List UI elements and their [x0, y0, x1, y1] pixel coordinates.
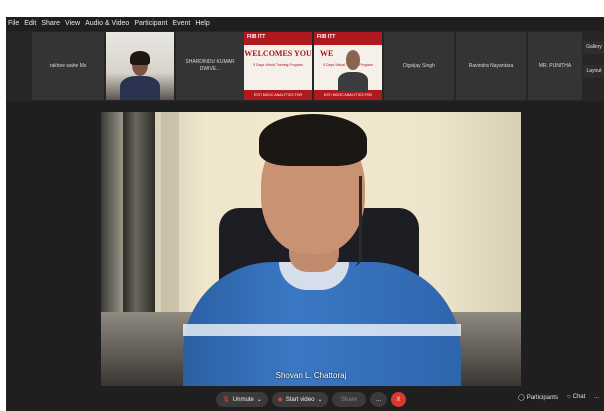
participant-body — [338, 72, 368, 92]
start-video-label: Start video — [285, 396, 315, 403]
gallery-label: Gallery — [586, 44, 602, 50]
menu-audio-video[interactable]: Audio & Video — [85, 20, 129, 27]
participant-name: SHARDINDU KUMAR DWIVE... — [185, 59, 235, 72]
more-label: ... — [375, 396, 381, 403]
video-off-icon: ◉ — [277, 397, 283, 403]
slide-subtitle: 5 Days Virtual Training Program — [253, 63, 303, 67]
menu-share[interactable]: Share — [41, 20, 60, 27]
close-icon: X — [396, 396, 401, 403]
participant-head — [346, 50, 360, 70]
participant-name: Digvijay Singh — [403, 62, 435, 69]
shirt-stripe — [183, 324, 461, 336]
unmute-label: Unmute — [232, 396, 254, 403]
person-icon: ◯ — [518, 395, 525, 401]
speaker-name-label: Shovan L. Chattoraj — [275, 371, 347, 380]
menu-edit[interactable]: Edit — [24, 20, 36, 27]
participants-label: Participants — [526, 394, 559, 401]
shared-slide-tile[interactable]: FIIB ITT WELCOMES YOU 5 Days Virtual Tra… — [244, 32, 312, 100]
unmute-button[interactable]: 🎙 Unmute ⌄ — [216, 392, 268, 407]
participant-name: MR. PUNITHA — [538, 62, 572, 69]
participant-tile[interactable]: MR. PUNITHA — [528, 32, 582, 100]
chevron-down-icon: ⌄ — [256, 397, 262, 403]
share-button[interactable]: Share — [332, 392, 366, 407]
meeting-window: File Edit Share View Audio & Video Parti… — [6, 17, 604, 411]
participant-name: Ravindra Nayantara — [468, 62, 514, 69]
start-video-button[interactable]: ◉ Start video ⌄ — [272, 392, 328, 407]
participant-hair — [130, 51, 150, 65]
chat-label: Chat — [572, 394, 586, 400]
chevron-down-icon: ⌄ — [317, 397, 323, 403]
participant-name: rakhee wahe Ms — [49, 62, 87, 69]
layout-label: Layout — [586, 68, 602, 74]
menu-bar: File Edit Share View Audio & Video Parti… — [6, 17, 604, 30]
participants-button[interactable]: ◯ Participants — [518, 394, 559, 402]
more-icon: ... — [594, 394, 600, 400]
microphone-muted-icon: 🎙 — [222, 397, 230, 403]
active-speaker-video[interactable]: Shovan L. Chattoraj — [101, 112, 521, 386]
participant-tile[interactable]: rakhee wahe Ms — [32, 32, 104, 100]
speaker-hair — [259, 114, 367, 166]
slide-logo: FIIB ITT — [247, 34, 266, 40]
menu-view[interactable]: View — [65, 20, 80, 27]
layout-button[interactable]: Layout — [583, 65, 604, 78]
slide-footer: ESTI MOOC ANALYTICS FOR MANAGEMENT — [244, 90, 312, 100]
chat-icon: ○ — [567, 394, 571, 400]
meeting-toolbar: 🎙 Unmute ⌄ ◉ Start video ⌄ Share ... X ◯… — [6, 388, 604, 411]
menu-event[interactable]: Event — [172, 20, 190, 27]
participant-tile[interactable]: SHARDINDU KUMAR DWIVE... — [176, 32, 244, 100]
gallery-view-button[interactable]: Gallery — [583, 41, 604, 54]
menu-file[interactable]: File — [8, 20, 19, 27]
participant-body — [120, 76, 160, 100]
headset-wire — [353, 176, 362, 266]
participant-tile[interactable]: Ravindra Nayantara — [456, 32, 526, 100]
menu-help[interactable]: Help — [195, 20, 209, 27]
participant-video-tile[interactable]: FIIB ITT WE 5 Days Virtual Training Prog… — [314, 32, 382, 100]
participant-strip: rakhee wahe Ms SHARDINDU KUMAR DWIVE... … — [6, 31, 604, 101]
menu-participant[interactable]: Participant — [134, 20, 167, 27]
participant-video-tile[interactable] — [106, 32, 174, 100]
chat-button[interactable]: ○ Chat — [567, 394, 585, 400]
share-label: Share — [340, 396, 357, 403]
overflow-menu-button[interactable]: ... — [594, 394, 599, 400]
participant-tile[interactable]: Digvijay Singh — [384, 32, 454, 100]
end-meeting-button[interactable]: X — [391, 392, 406, 407]
slide-welcome-text: WELCOMES YOU — [244, 49, 312, 58]
slide-logo: FIIB ITT — [317, 34, 336, 40]
more-options-button[interactable]: ... — [370, 392, 387, 407]
